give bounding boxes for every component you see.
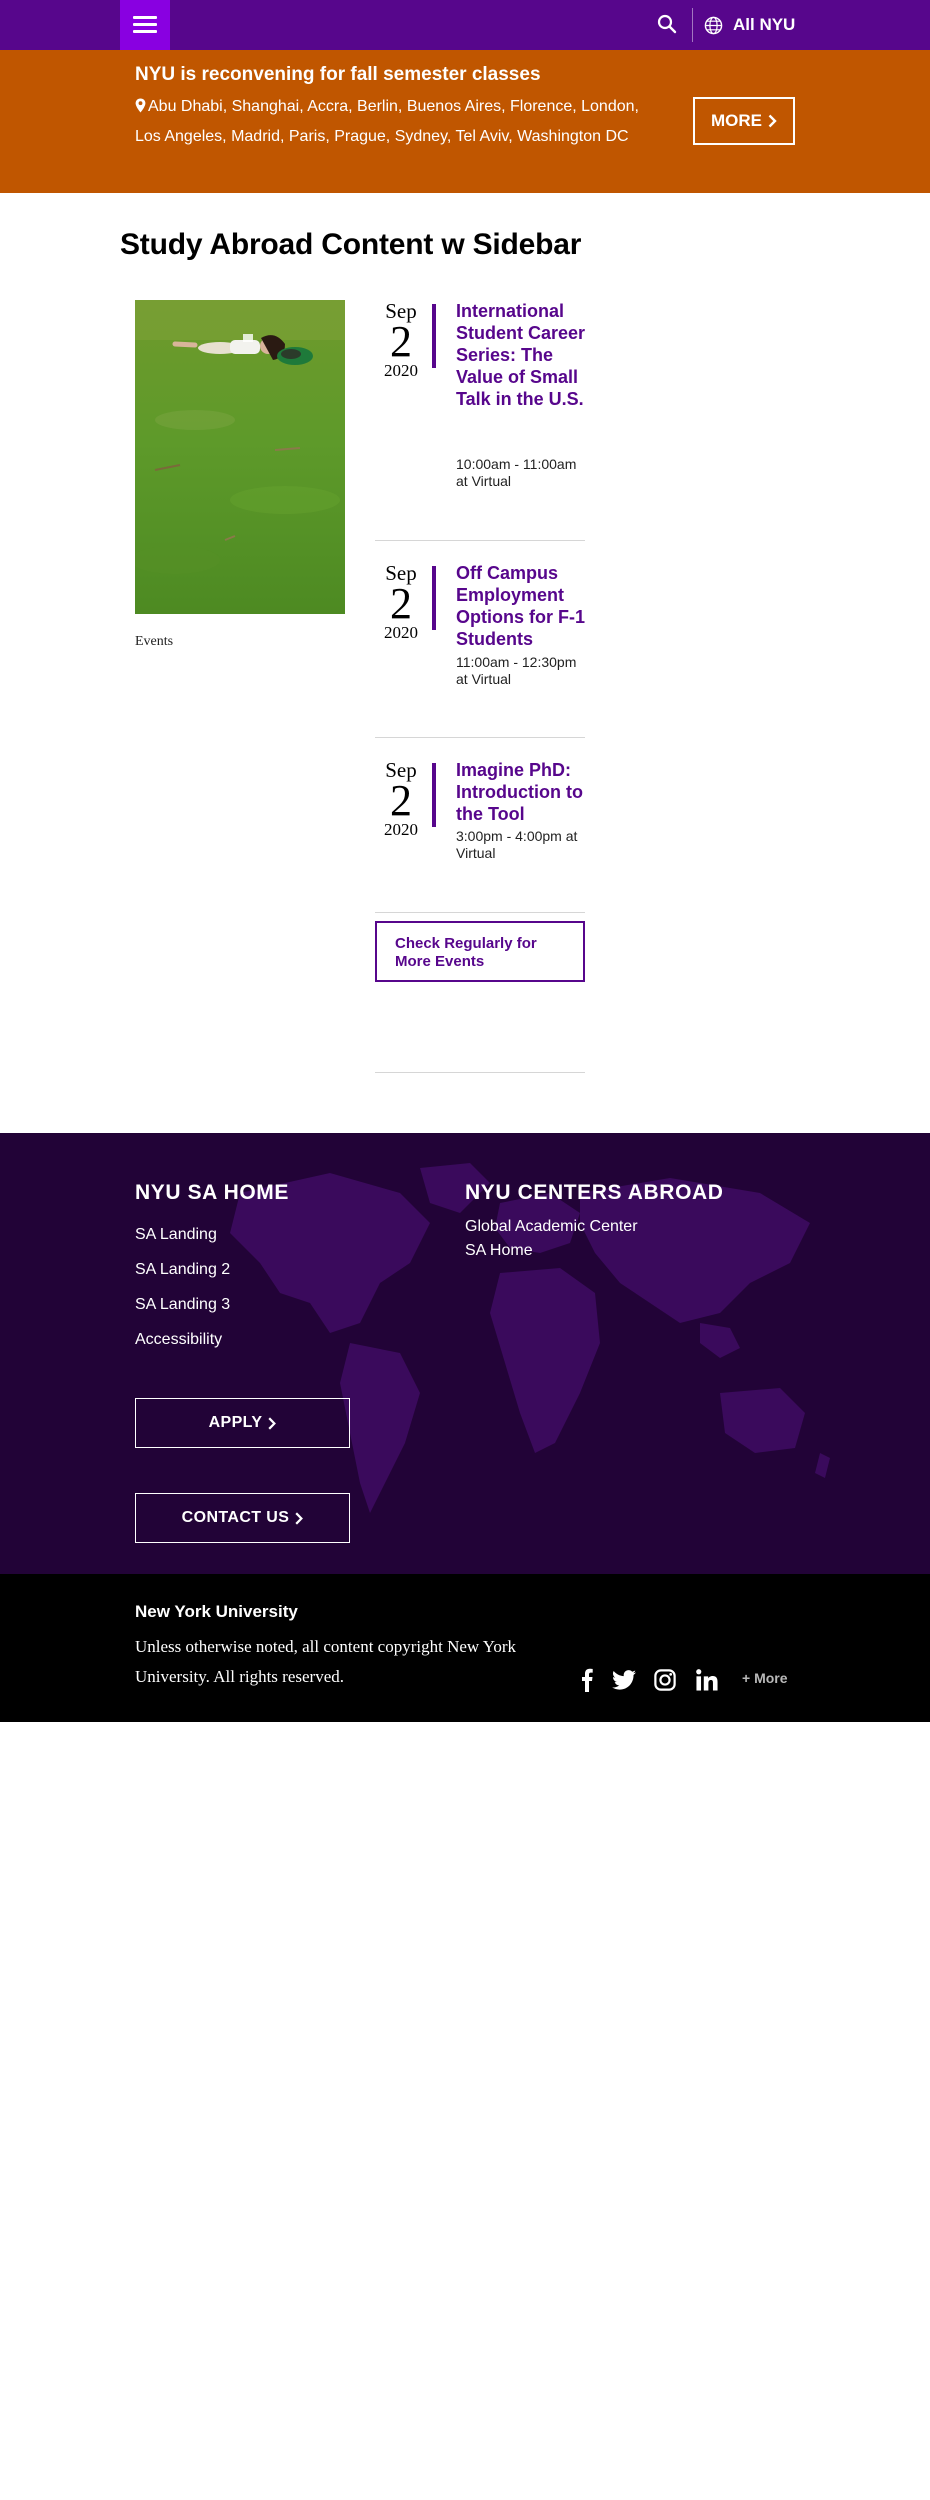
- alert-more-button[interactable]: MORE: [693, 97, 795, 145]
- chevron-right-icon: [768, 114, 777, 128]
- footer-column-title: NYU CENTERS ABROAD: [465, 1181, 724, 1204]
- event-title-link[interactable]: Imagine PhD: Introduction to the Tool: [456, 759, 588, 825]
- event-item: Sep 2 2020 Imagine PhD: Introduction to …: [375, 759, 585, 869]
- more-social-link[interactable]: + More: [742, 1670, 788, 1686]
- site-footer: NYU SA HOME SA Landing SA Landing 2 SA L…: [0, 1133, 930, 1574]
- event-divider: [375, 912, 585, 913]
- more-events-button[interactable]: Check Regularly for More Events: [375, 921, 585, 982]
- event-accent-bar: [432, 763, 436, 827]
- event-date: Sep 2 2020: [375, 759, 427, 839]
- alert-banner: NYU is reconvening for fall semester cla…: [0, 50, 930, 193]
- linkedin-link[interactable]: [694, 1666, 720, 1694]
- hamburger-icon: [133, 16, 157, 19]
- hamburger-icon-line: [133, 30, 157, 33]
- sidebar-image-caption: Events: [135, 634, 174, 649]
- all-nyu-button[interactable]: All NYU: [704, 10, 795, 40]
- facebook-link[interactable]: [576, 1666, 598, 1694]
- event-item: Sep 2 2020 International Student Career …: [375, 300, 585, 500]
- event-divider: [375, 737, 585, 738]
- globe-icon: [704, 16, 723, 34]
- contact-us-button[interactable]: CONTACT US: [135, 1493, 350, 1543]
- footer-link-sa-landing-2[interactable]: SA Landing 2: [135, 1261, 230, 1279]
- event-day: 2: [390, 579, 412, 628]
- event-title-link[interactable]: Off Campus Employment Options for F-1 St…: [456, 562, 588, 650]
- event-time-location: 11:00am - 12:30pm at Virtual: [456, 654, 577, 687]
- event-title-link[interactable]: International Student Career Series: The…: [456, 300, 588, 410]
- event-item: Sep 2 2020 Off Campus Employment Options…: [375, 562, 585, 692]
- footer-link-accessibility[interactable]: Accessibility: [135, 1331, 222, 1349]
- alert-more-label: MORE: [711, 111, 762, 130]
- event-day: 2: [390, 317, 412, 366]
- twitter-link[interactable]: [610, 1666, 638, 1694]
- instagram-link[interactable]: [652, 1666, 678, 1694]
- copyright-text: Unless otherwise noted, all content copy…: [135, 1637, 517, 1686]
- student-on-grass-image: [135, 300, 345, 614]
- facebook-icon: [582, 1668, 593, 1692]
- search-button[interactable]: [652, 11, 682, 39]
- apply-label: APPLY: [208, 1414, 263, 1431]
- sidebar-image: [135, 300, 345, 614]
- event-time-location: 3:00pm - 4:00pm at Virtual: [456, 828, 578, 861]
- event-accent-bar: [432, 304, 436, 368]
- apply-button[interactable]: APPLY: [135, 1398, 350, 1448]
- alert-locations-text: Abu Dhabi, Shanghai, Accra, Berlin, Buen…: [135, 98, 639, 145]
- copyright-title: New York University: [135, 1602, 298, 1621]
- alert-locations: Abu Dhabi, Shanghai, Accra, Berlin, Buen…: [135, 92, 645, 152]
- chevron-right-icon: [268, 1416, 277, 1430]
- hamburger-icon-line: [133, 23, 157, 26]
- all-nyu-label: All NYU: [733, 15, 796, 34]
- contact-us-label: CONTACT US: [181, 1509, 290, 1526]
- topbar-divider: [692, 8, 693, 42]
- event-year: 2020: [384, 623, 418, 642]
- event-time-location: 10:00am - 11:00am at Virtual: [456, 456, 577, 489]
- top-bar: All NYU: [0, 0, 930, 50]
- copyright-bar: New York University Unless otherwise not…: [0, 1574, 930, 1722]
- instagram-icon: [654, 1669, 676, 1691]
- search-icon: [657, 14, 677, 33]
- page-title: Study Abroad Content w Sidebar: [120, 228, 582, 261]
- chevron-right-icon: [295, 1511, 304, 1525]
- footer-link-sa-landing-3[interactable]: SA Landing 3: [135, 1296, 230, 1314]
- event-day: 2: [390, 776, 412, 825]
- event-divider: [375, 540, 585, 541]
- footer-column-title: NYU SA HOME: [135, 1181, 289, 1204]
- event-accent-bar: [432, 566, 436, 630]
- event-year: 2020: [384, 820, 418, 839]
- footer-link-sa-home[interactable]: SA Home: [465, 1242, 533, 1260]
- alert-title: NYU is reconvening for fall semester cla…: [135, 64, 541, 85]
- event-date: Sep 2 2020: [375, 562, 427, 642]
- footer-link-sa-landing[interactable]: SA Landing: [135, 1226, 217, 1244]
- map-pin-icon: [135, 98, 146, 113]
- event-date: Sep 2 2020: [375, 300, 427, 380]
- twitter-icon: [612, 1670, 636, 1690]
- event-year: 2020: [384, 361, 418, 380]
- footer-link-global-academic-center[interactable]: Global Academic Center: [465, 1218, 638, 1236]
- menu-button[interactable]: [120, 0, 170, 50]
- linkedin-icon: [696, 1669, 718, 1691]
- content-divider: [375, 1072, 585, 1073]
